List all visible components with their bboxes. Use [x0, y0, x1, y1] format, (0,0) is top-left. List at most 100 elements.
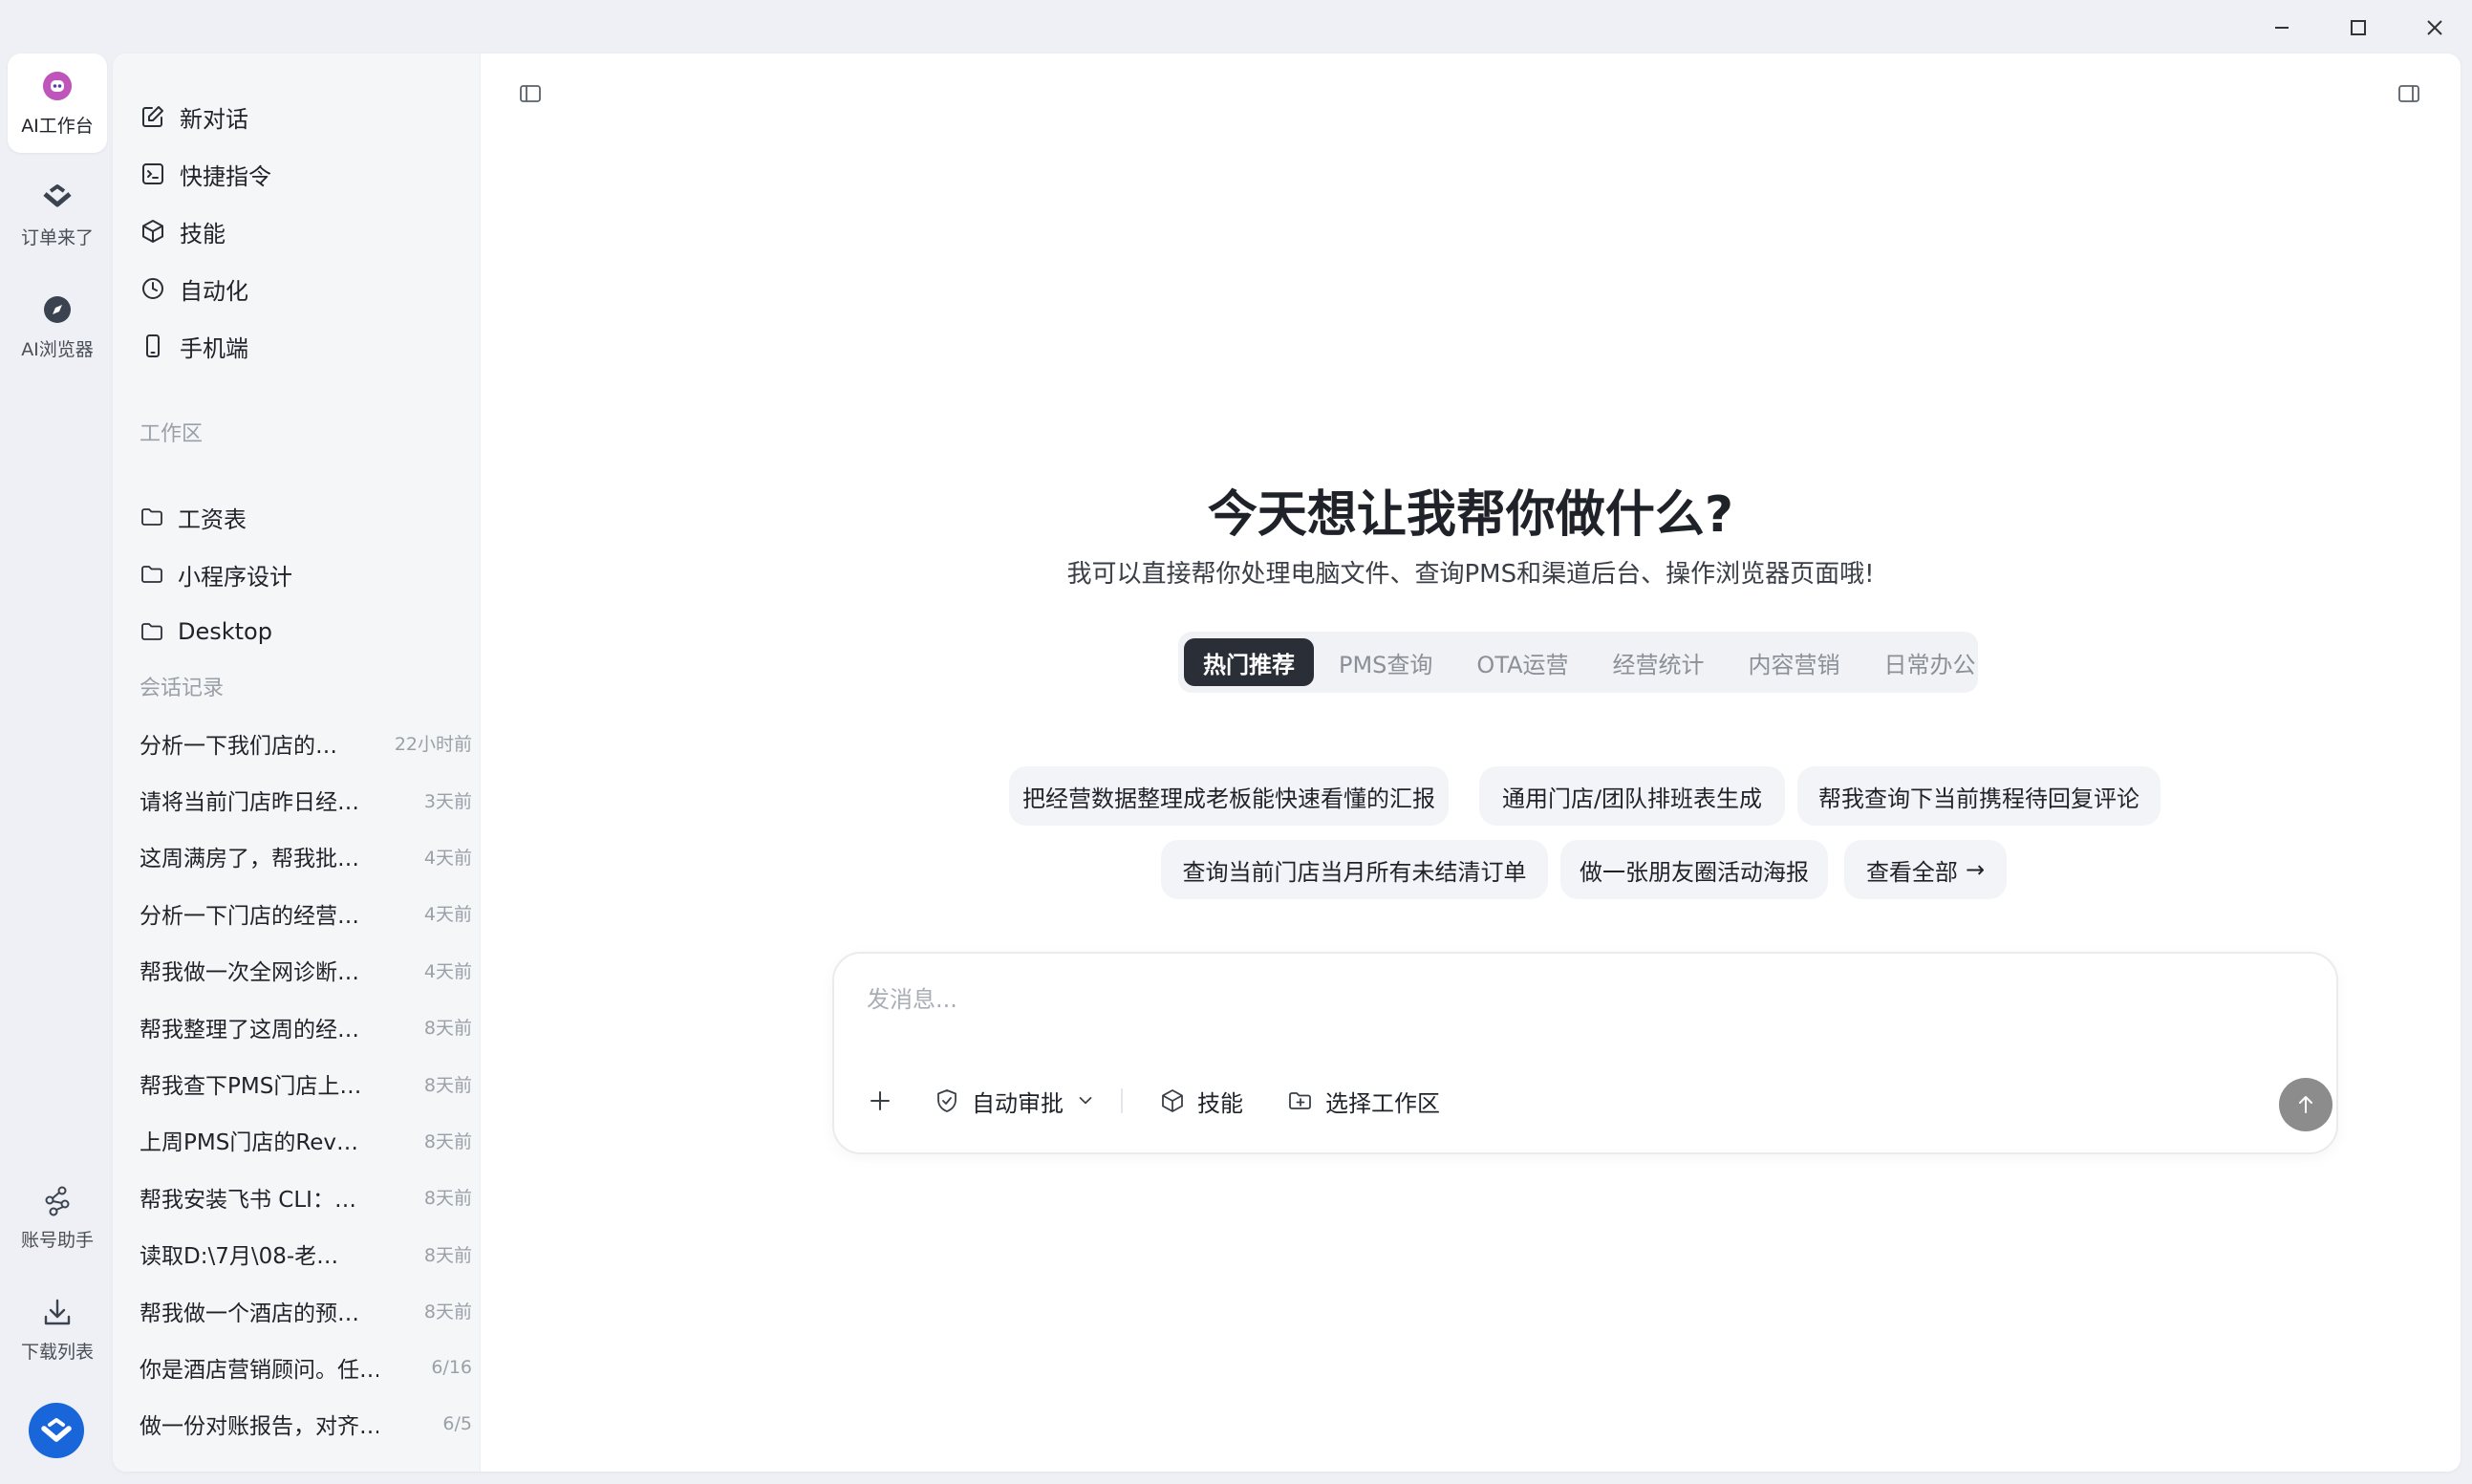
panel-toggle-button[interactable]: [2388, 73, 2430, 115]
history-title: 请将当前门店昨日经…: [140, 790, 359, 816]
history-item[interactable]: 分析一下门店的经营… 4天前: [140, 885, 472, 941]
view-all-label: 查看全部: [1865, 858, 1958, 886]
rail-label: AI浏览器: [21, 338, 94, 360]
history-item[interactable]: 帮我安装飞书 CLI：… 8天前: [140, 1169, 472, 1225]
tab-hot[interactable]: 热门推荐: [1184, 638, 1314, 686]
history-title: 上周PMS门店的Rev…: [140, 1130, 359, 1156]
close-button[interactable]: [2406, 11, 2463, 44]
history-time: 8天前: [423, 1188, 472, 1210]
history-time: 8天前: [423, 1018, 472, 1040]
auto-approve-dropdown[interactable]: 自动审批: [934, 1080, 1096, 1122]
shield-check-icon: [937, 1089, 957, 1112]
arrow-up-icon: [2299, 1096, 2312, 1113]
history-item[interactable]: 读取D:\7月\08-老… 8天前: [140, 1226, 472, 1282]
workspace-item[interactable]: Desktop: [140, 603, 464, 660]
chevron-down-icon: [1079, 1096, 1092, 1105]
rail-label: 账号助手: [20, 1229, 94, 1251]
toolbar-divider: [1121, 1088, 1123, 1113]
nav-label: 自动化: [180, 277, 248, 305]
nav-mobile[interactable]: 手机端: [140, 317, 464, 375]
rail-item-downloads[interactable]: 下载列表: [8, 1280, 107, 1379]
history-title: 帮我整理了这周的经…: [140, 1017, 359, 1043]
history-title: 分析一下门店的经营…: [140, 903, 359, 929]
rail-label: 订单来了: [20, 226, 94, 248]
cube-icon: [1162, 1089, 1183, 1112]
cube-icon: [142, 220, 163, 243]
brand-logo-icon: [41, 1418, 72, 1442]
sidebar-toggle-button[interactable]: [509, 73, 551, 115]
history-title: 帮我做一次全网诊断…: [140, 960, 359, 986]
minimize-button[interactable]: [2253, 11, 2311, 44]
history-item[interactable]: 这周满房了，帮我批… 4天前: [140, 828, 472, 885]
folder-icon: [141, 508, 162, 526]
nav-skills[interactable]: 技能: [140, 203, 464, 260]
nav-shortcuts[interactable]: 快捷指令: [140, 145, 464, 203]
workspace-item[interactable]: 小程序设计: [140, 546, 464, 603]
category-tabs: 热门推荐 PMS查询 OTA运营 经营统计 内容营销 日常办公: [1178, 632, 1978, 693]
suggestion-chip[interactable]: 通用门店/团队排班表生成: [1479, 766, 1785, 826]
skills-button[interactable]: 技能: [1159, 1080, 1243, 1122]
maximize-button[interactable]: [2330, 11, 2387, 44]
workspace-item[interactable]: 工资表: [140, 488, 464, 546]
clock-icon: [142, 278, 163, 299]
folder-plus-icon: [1289, 1092, 1311, 1109]
rail-item-account-assistant[interactable]: 账号助手: [8, 1168, 107, 1267]
plus-icon: [871, 1091, 890, 1110]
add-attachment-button[interactable]: [867, 1080, 893, 1122]
workspace-label: 工资表: [178, 505, 247, 533]
tab-office[interactable]: 日常办公: [1865, 638, 1995, 686]
select-workspace-button[interactable]: 选择工作区: [1287, 1080, 1440, 1122]
history-item[interactable]: 做一份对账报告，对齐… 6/5: [140, 1396, 472, 1452]
main-panel: 今天想让我帮你做什么? 我可以直接帮你处理电脑文件、查询PMS和渠道后台、操作浏…: [481, 54, 2461, 1472]
maximize-icon: [2351, 20, 2366, 35]
suggestion-chip[interactable]: 做一张朋友圈活动海报: [1560, 840, 1828, 899]
rail-item-ai-workbench[interactable]: AI工作台: [8, 54, 107, 153]
history-item[interactable]: 帮我查下PMS门店上… 8天前: [140, 1055, 472, 1111]
history-time: 6/5: [442, 1413, 472, 1435]
send-button[interactable]: [2279, 1078, 2332, 1131]
history-title: 分析一下我们店的…: [140, 733, 337, 759]
brand-logo[interactable]: [29, 1403, 84, 1458]
history-title: 帮我安装飞书 CLI：…: [140, 1187, 356, 1213]
history-section-title: 会话记录: [140, 677, 225, 700]
nav-new-chat[interactable]: 新对话: [140, 88, 464, 145]
rail-item-orders[interactable]: 订单来了: [8, 165, 107, 265]
history-list: 分析一下我们店的… 22小时前 请将当前门店昨日经… 3天前 这周满房了，帮我批… 4…: [140, 715, 472, 1452]
nav-automation[interactable]: 自动化: [140, 260, 464, 317]
sidebar-nav: 新对话 快捷指令 技能 自动化 手机端: [140, 88, 464, 375]
folder-icon: [141, 566, 162, 583]
history-time: 6/16: [431, 1356, 472, 1378]
suggestion-chip[interactable]: 查询当前门店当月所有未结清订单: [1161, 840, 1548, 899]
select-workspace-label: 选择工作区: [1325, 1089, 1440, 1117]
tab-pms[interactable]: PMS查询: [1320, 638, 1451, 686]
history-title: 帮我做一个酒店的预…: [140, 1301, 359, 1326]
network-nodes-icon: [45, 1186, 70, 1215]
history-item[interactable]: 请将当前门店昨日经… 3天前: [140, 771, 472, 828]
order-arrow-icon: [43, 183, 72, 206]
nav-label: 新对话: [180, 105, 248, 133]
suggestion-chip[interactable]: 帮我查询下当前携程待回复评论: [1797, 766, 2160, 826]
page-subtitle: 我可以直接帮你处理电脑文件、查询PMS和渠道后台、操作浏览器页面哦!: [1066, 560, 1875, 589]
skills-label: 技能: [1197, 1089, 1243, 1117]
suggestion-chip[interactable]: 把经营数据整理成老板能快速看懂的汇报: [1009, 766, 1449, 826]
history-item[interactable]: 帮我整理了这周的经… 8天前: [140, 999, 472, 1055]
history-time: 4天前: [423, 847, 472, 869]
nav-label: 快捷指令: [180, 162, 271, 190]
history-time: 8天前: [423, 1130, 472, 1152]
edit-icon: [142, 106, 163, 127]
rail-item-ai-browser[interactable]: AI浏览器: [8, 277, 107, 376]
app-window: 新对话 快捷指令 技能 自动化 手机端 工作区 工资表 小程序设计 Deskto…: [113, 54, 2461, 1472]
history-item[interactable]: 帮我做一次全网诊断… 4天前: [140, 942, 472, 999]
download-icon: [44, 1299, 71, 1324]
tab-marketing[interactable]: 内容营销: [1730, 638, 1859, 686]
view-all-button[interactable]: 查看全部 →: [1844, 840, 2007, 899]
history-item[interactable]: 你是酒店营销顾问。任… 6/16: [140, 1339, 472, 1395]
message-input[interactable]: [867, 980, 2204, 1019]
tab-stats[interactable]: 经营统计: [1594, 638, 1724, 686]
tab-ota[interactable]: OTA运营: [1457, 638, 1587, 686]
rail-label: 下载列表: [20, 1341, 94, 1363]
minimize-icon: [2275, 27, 2289, 29]
history-item[interactable]: 上周PMS门店的Rev… 8天前: [140, 1112, 472, 1169]
history-item[interactable]: 帮我做一个酒店的预… 8天前: [140, 1282, 472, 1339]
history-item[interactable]: 分析一下我们店的… 22小时前: [140, 715, 472, 771]
